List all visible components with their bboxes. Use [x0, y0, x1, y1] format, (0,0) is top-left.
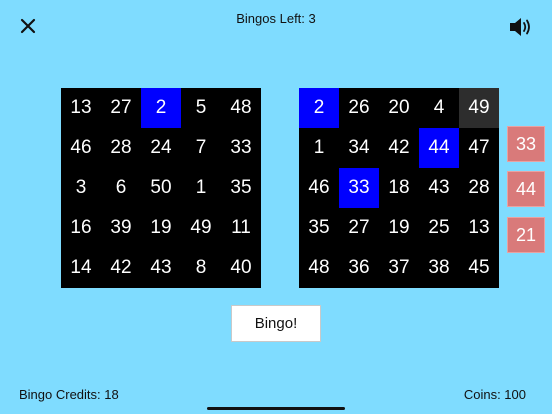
called-number-2: 44 — [507, 171, 545, 207]
left-card-cell[interactable]: 42 — [101, 248, 141, 288]
left-card-cell[interactable]: 33 — [221, 128, 261, 168]
left-card-cell[interactable]: 19 — [141, 208, 181, 248]
right-card-cell[interactable]: 18 — [379, 168, 419, 208]
left-card-cell[interactable]: 7 — [181, 128, 221, 168]
left-card-cell[interactable]: 28 — [101, 128, 141, 168]
left-card-cell[interactable]: 40 — [221, 248, 261, 288]
left-card-cell[interactable]: 35 — [221, 168, 261, 208]
right-card-cell[interactable]: 4 — [419, 88, 459, 128]
right-card-cell[interactable]: 38 — [419, 248, 459, 288]
right-card-cell[interactable]: 33 — [339, 168, 379, 208]
right-card-cell[interactable]: 13 — [459, 208, 499, 248]
right-card-cell[interactable]: 49 — [459, 88, 499, 128]
bingo-credits: Bingo Credits: 18 — [19, 387, 119, 402]
right-card-cell[interactable]: 45 — [459, 248, 499, 288]
left-card-cell[interactable]: 27 — [101, 88, 141, 128]
bingo-card-right: 2 26 20 4 49 1 34 42 44 47 46 33 18 43 28 35 27 19 25 13 48 3… — [299, 88, 499, 288]
right-card-cell[interactable]: 37 — [379, 248, 419, 288]
right-card-cell[interactable]: 28 — [459, 168, 499, 208]
left-card-cell[interactable]: 1 — [181, 168, 221, 208]
right-card-cell[interactable]: 19 — [379, 208, 419, 248]
left-card-cell[interactable]: 39 — [101, 208, 141, 248]
home-indicator — [207, 407, 345, 410]
left-card-cell[interactable]: 49 — [181, 208, 221, 248]
right-card-cell[interactable]: 35 — [299, 208, 339, 248]
right-card-cell[interactable]: 42 — [379, 128, 419, 168]
coins-count: Coins: 100 — [463, 387, 526, 402]
right-card-cell[interactable]: 25 — [419, 208, 459, 248]
right-card-cell[interactable]: 2 — [299, 88, 339, 128]
left-card-cell[interactable]: 6 — [101, 168, 141, 208]
left-card-cell[interactable]: 50 — [141, 168, 181, 208]
right-card-cell[interactable]: 36 — [339, 248, 379, 288]
bingos-left-label: Bingos Left: 3 — [0, 11, 552, 26]
called-number-1: 33 — [507, 126, 545, 162]
left-card-cell[interactable]: 43 — [141, 248, 181, 288]
left-card-cell[interactable]: 16 — [61, 208, 101, 248]
called-number-3: 21 — [507, 217, 545, 253]
left-card-cell[interactable]: 5 — [181, 88, 221, 128]
right-card-cell[interactable]: 43 — [419, 168, 459, 208]
right-card-cell[interactable]: 20 — [379, 88, 419, 128]
left-card-cell[interactable]: 13 — [61, 88, 101, 128]
speaker-icon — [510, 18, 530, 36]
right-card-cell[interactable]: 47 — [459, 128, 499, 168]
left-card-cell[interactable]: 48 — [221, 88, 261, 128]
left-card-cell[interactable]: 8 — [181, 248, 221, 288]
right-card-cell[interactable]: 1 — [299, 128, 339, 168]
bingo-card-left: 13 27 2 5 48 46 28 24 7 33 3 6 50 1 35 16 39 19 49 11 14 42 43… — [61, 88, 261, 288]
left-card-cell[interactable]: 2 — [141, 88, 181, 128]
left-card-cell[interactable]: 3 — [61, 168, 101, 208]
bingos-left-text: Bingos Left: 3 — [236, 11, 316, 26]
right-card-cell[interactable]: 27 — [339, 208, 379, 248]
right-card-cell[interactable]: 26 — [339, 88, 379, 128]
right-card-cell[interactable]: 46 — [299, 168, 339, 208]
left-card-cell[interactable]: 11 — [221, 208, 261, 248]
sound-button[interactable] — [508, 15, 534, 39]
right-card-cell[interactable]: 48 — [299, 248, 339, 288]
left-card-cell[interactable]: 46 — [61, 128, 101, 168]
right-card-cell[interactable]: 44 — [419, 128, 459, 168]
left-card-cell[interactable]: 24 — [141, 128, 181, 168]
left-card-cell[interactable]: 14 — [61, 248, 101, 288]
bingo-button[interactable]: Bingo! — [231, 305, 321, 342]
right-card-cell[interactable]: 34 — [339, 128, 379, 168]
